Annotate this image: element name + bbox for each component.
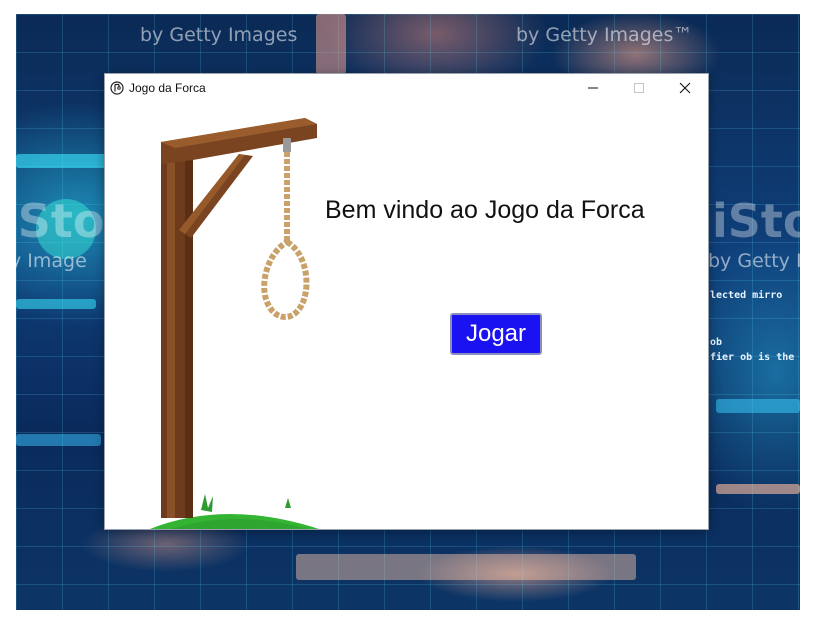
code-text: lected mirro	[710, 290, 783, 301]
window-title: Jogo da Forca	[129, 81, 206, 95]
window-controls	[570, 74, 708, 102]
title-bar[interactable]: Jogo da Forca	[105, 74, 708, 102]
watermark-text: y Image	[16, 250, 87, 272]
maximize-button[interactable]	[616, 74, 662, 102]
app-window: Jogo da Forca Bem vindo ao Jogo da Forca…	[104, 73, 709, 530]
play-button[interactable]: Jogar	[450, 313, 542, 355]
hangman-app-icon	[110, 81, 124, 95]
watermark-text: iStock	[712, 194, 800, 248]
welcome-heading: Bem vindo ao Jogo da Forca	[325, 196, 645, 224]
close-button[interactable]	[662, 74, 708, 102]
gallows-image	[150, 118, 319, 529]
watermark-text: by Getty Images	[140, 24, 298, 46]
close-icon	[679, 82, 691, 94]
code-text: fier ob is the	[710, 352, 795, 363]
watermark-text: by Getty I	[708, 250, 800, 272]
maximize-icon	[634, 83, 644, 93]
minimize-button[interactable]	[570, 74, 616, 102]
code-text: ob	[710, 337, 723, 348]
minimize-icon	[588, 87, 598, 89]
window-content: Bem vindo ao Jogo da Forca Jogar	[105, 102, 708, 529]
watermark-text: by Getty Images™	[516, 24, 693, 46]
